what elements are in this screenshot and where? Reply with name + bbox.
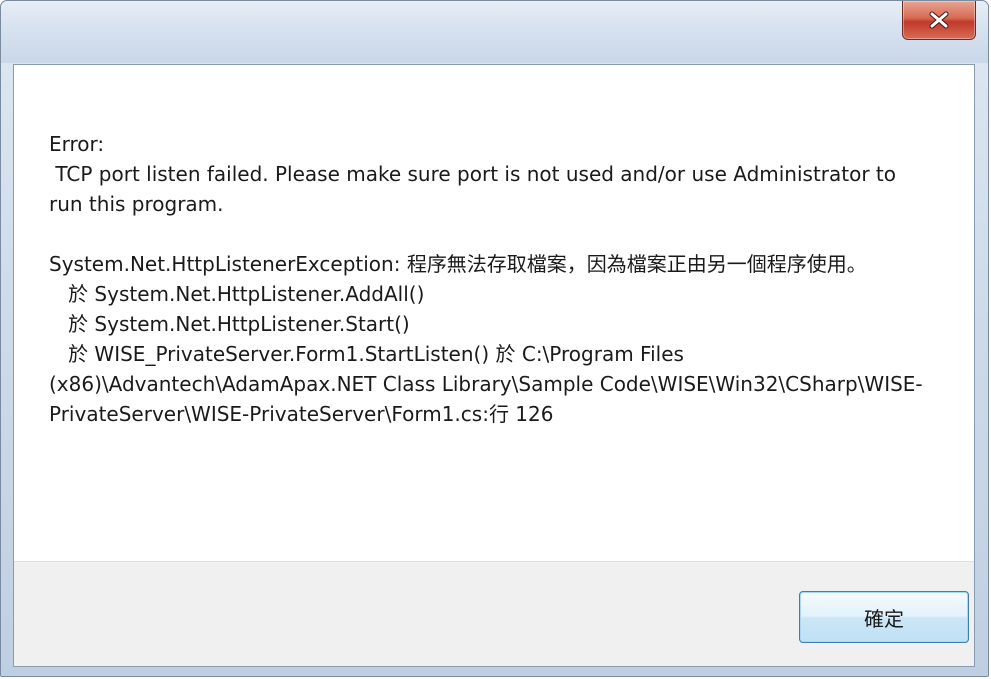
error-message-text: Error: TCP port listen failed. Please ma… bbox=[49, 132, 923, 426]
close-button[interactable] bbox=[902, 1, 976, 40]
ok-button[interactable]: 確定 bbox=[799, 591, 969, 643]
button-panel: 確定 bbox=[14, 561, 974, 666]
message-box-window: Error: TCP port listen failed. Please ma… bbox=[0, 0, 989, 677]
dialog-content: Error: TCP port listen failed. Please ma… bbox=[13, 64, 975, 667]
close-x-icon bbox=[928, 11, 950, 29]
title-bar[interactable] bbox=[1, 1, 988, 63]
